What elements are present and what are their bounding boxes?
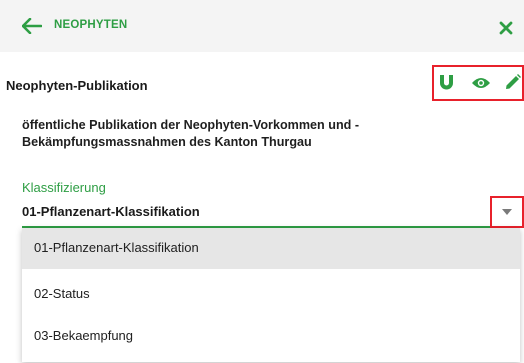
close-icon[interactable]: [499, 21, 513, 35]
menu-item[interactable]: 03-Bekaempfung: [22, 316, 520, 357]
menu-item[interactable]: 02-Status: [22, 274, 520, 315]
arrow-left-icon[interactable]: [22, 18, 42, 34]
menu-item-label: 01-Pflanzenart-Klassifikation: [34, 240, 199, 255]
panel-title: NEOPHYTEN: [54, 19, 128, 31]
layer-title: Neophyten-Publikation: [6, 78, 148, 93]
pencil-icon[interactable]: [505, 74, 521, 90]
menu-item[interactable]: 01-Pflanzenart-Klassifikation: [22, 228, 520, 269]
menu-item-label: 03-Bekaempfung: [34, 328, 134, 343]
menu-item-label: 02-Status: [34, 286, 90, 301]
chevron-down-icon: [502, 209, 512, 215]
classification-dropdown-menu: 01-Pflanzenart-Klassifikation 02-Status …: [22, 228, 520, 362]
eye-icon[interactable]: [471, 76, 491, 90]
magnet-icon[interactable]: [438, 74, 455, 91]
layer-description: öffentliche Publikation der Neophyten-Vo…: [22, 118, 360, 149]
dropdown-toggle[interactable]: [490, 196, 524, 228]
classification-select[interactable]: 01-Pflanzenart-Klassifikation: [22, 204, 200, 219]
top-bar: NEOPHYTEN: [0, 0, 524, 52]
classification-label: Klassifizierung: [22, 180, 106, 195]
